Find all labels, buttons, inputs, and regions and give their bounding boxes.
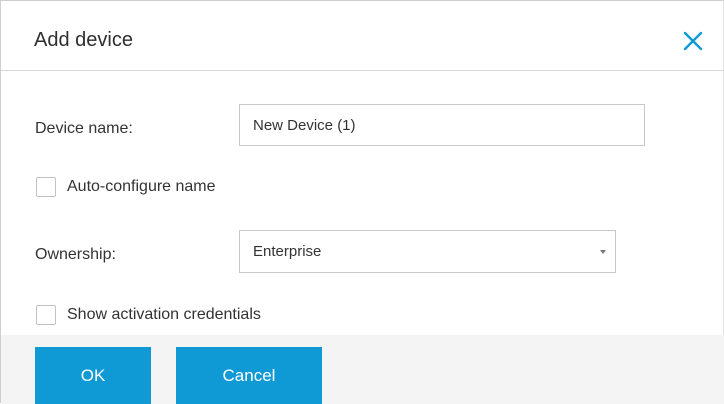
show-credentials-label[interactable]: Show activation credentials	[67, 305, 261, 325]
dialog-title: Add device	[34, 29, 133, 51]
dialog-footer: OK Cancel	[1, 335, 724, 404]
caret-down-icon	[600, 250, 606, 254]
show-credentials-checkbox[interactable]	[36, 305, 56, 325]
auto-configure-checkbox[interactable]	[36, 177, 56, 197]
ownership-select[interactable]: Enterprise	[239, 230, 616, 273]
ownership-label: Ownership:	[35, 246, 116, 263]
ok-button[interactable]: OK	[35, 347, 151, 404]
add-device-dialog: Add device Device name: Auto-configure n…	[0, 0, 724, 404]
cancel-button[interactable]: Cancel	[176, 347, 322, 404]
close-button[interactable]	[682, 30, 704, 52]
close-icon	[683, 31, 703, 51]
device-name-input[interactable]	[239, 104, 645, 146]
dialog-header: Add device	[1, 1, 724, 71]
device-name-label: Device name:	[35, 120, 133, 137]
auto-configure-label[interactable]: Auto-configure name	[67, 177, 216, 197]
ownership-selected-value: Enterprise	[253, 243, 322, 260]
